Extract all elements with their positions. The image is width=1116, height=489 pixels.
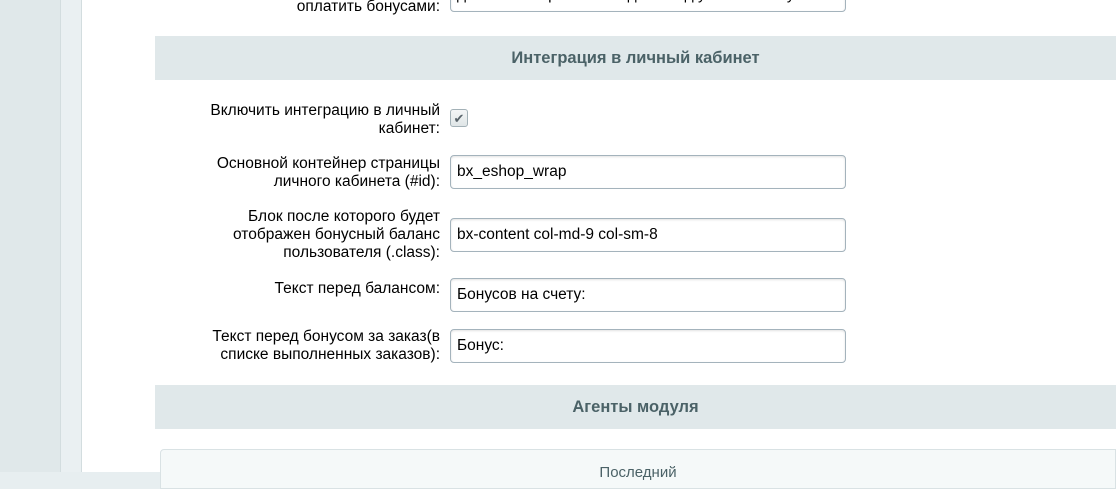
balance-block-class-label: Блок после которого будет отображен бону… bbox=[160, 208, 440, 262]
agents-card-title: Последний bbox=[599, 464, 677, 481]
enable-integration-checkbox[interactable]: ✔ bbox=[450, 109, 468, 127]
section-header-integration: Интеграция в личный кабинет bbox=[155, 36, 1116, 80]
enable-integration-label-line1: Включить интеграцию в личный bbox=[210, 102, 440, 119]
agents-card: Последний bbox=[160, 449, 1116, 489]
balance-text-label: Текст перед балансом: bbox=[274, 280, 440, 297]
left-gutter-inner bbox=[61, 0, 82, 472]
order-bonus-text-label-line1: Текст перед бонусом за заказ(в bbox=[212, 328, 440, 345]
order-bonus-text-label-line2: списке выполненных заказов): bbox=[220, 346, 440, 363]
container-id-label-line1: Основной контейнер страницы bbox=[216, 155, 440, 172]
order-bonus-text-input[interactable]: Бонус: bbox=[450, 329, 846, 363]
bonus-pay-note-input[interactable]: данные товары не попадают под условия бо… bbox=[450, 0, 846, 12]
balance-block-class-input[interactable]: bx-content col-md-9 col-sm-8 bbox=[450, 218, 846, 252]
container-id-label-line2: личного кабинета (#id): bbox=[273, 173, 440, 190]
enable-integration-label: Включить интеграцию в личный кабинет: bbox=[160, 102, 440, 138]
left-gutter bbox=[0, 0, 61, 472]
balance-block-class-label-line3: пользователя (.class): bbox=[283, 244, 440, 261]
enable-integration-label-line2: кабинет: bbox=[378, 120, 440, 137]
order-bonus-text-label: Текст перед бонусом за заказ(в списке вы… bbox=[160, 328, 440, 364]
section-header-agents: Агенты модуля bbox=[155, 385, 1116, 429]
container-id-label: Основной контейнер страницы личного каби… bbox=[160, 155, 440, 191]
check-icon: ✔ bbox=[453, 110, 465, 126]
container-id-input[interactable]: bx_eshop_wrap bbox=[450, 155, 846, 189]
bonus-pay-label: оплатить бонусами: bbox=[296, 0, 440, 15]
balance-block-class-label-line2: отображен бонусный баланс bbox=[233, 226, 440, 243]
balance-block-class-label-line1: Блок после которого будет bbox=[248, 208, 440, 225]
balance-text-input[interactable]: Бонусов на счету: bbox=[450, 278, 846, 312]
